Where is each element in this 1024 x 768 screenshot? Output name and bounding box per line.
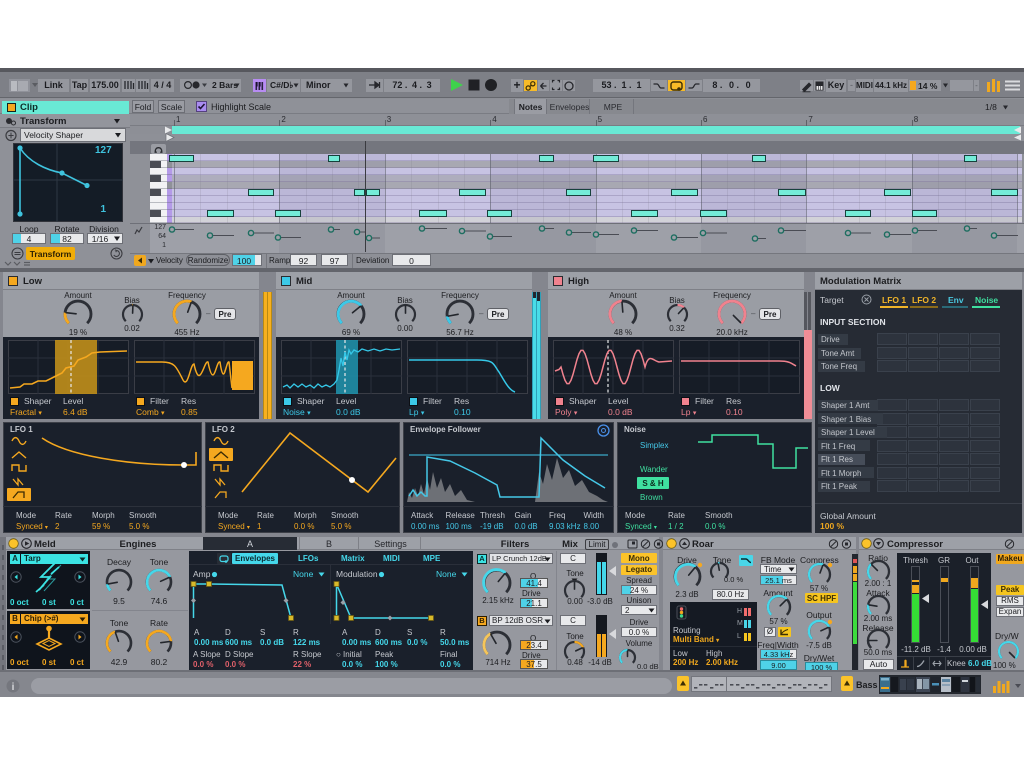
svg-text:i: i: [12, 682, 15, 693]
